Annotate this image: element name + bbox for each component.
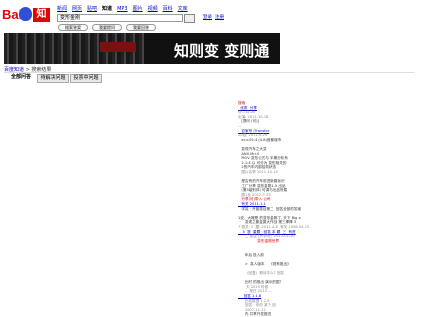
nav-item[interactable]: 网页: [72, 6, 82, 12]
nav-item[interactable]: 图片: [133, 6, 143, 12]
nav-item[interactable]: 知道: [102, 6, 112, 12]
divider: [4, 72, 414, 73]
top-link[interactable]: 注册: [215, 15, 224, 20]
paw-icon: [19, 7, 32, 21]
tab-all[interactable]: 全部问答: [8, 74, 34, 81]
results-list: 搜索 优质 分享 @...12-20 出演: 2011-10-18 [提问 (可)]…: [238, 101, 348, 317]
pill-search-answers[interactable]: 搜索答案: [58, 24, 88, 31]
result-line: 内 共享开发推进: [238, 312, 272, 317]
logo-suffix: 知道: [33, 8, 50, 34]
top-links: 登录 注册: [203, 14, 227, 20]
nav-item[interactable]: MP3: [117, 6, 128, 12]
pill-ask-question[interactable]: 我要提问: [92, 24, 122, 31]
banner-accent: [100, 42, 136, 52]
nav-item[interactable]: 贴吧: [87, 6, 97, 12]
tab-unsolved[interactable]: 待解决问题: [37, 74, 69, 83]
nav-item[interactable]: 文库: [178, 6, 188, 12]
nav-item[interactable]: 视频: [148, 6, 158, 12]
top-link[interactable]: 登录: [203, 15, 212, 20]
search-input[interactable]: 变形金刚: [57, 14, 183, 22]
banner-slogan: 知则变 变则通: [174, 42, 270, 60]
tab-voting[interactable]: 投票中问题: [70, 74, 102, 83]
baidu-logo[interactable]: Bai 知道: [2, 4, 50, 34]
nav-item[interactable]: 百科: [163, 6, 173, 12]
ad-banner[interactable]: 知则变 变则通: [4, 33, 280, 64]
search-button[interactable]: [184, 14, 195, 23]
top-nav: 新闻 网页 贴吧 知道 MP3 图片 视频 百科 文库: [57, 5, 193, 12]
pill-answer-question[interactable]: 我要回答: [126, 24, 156, 31]
nav-item[interactable]: 新闻: [57, 6, 67, 12]
